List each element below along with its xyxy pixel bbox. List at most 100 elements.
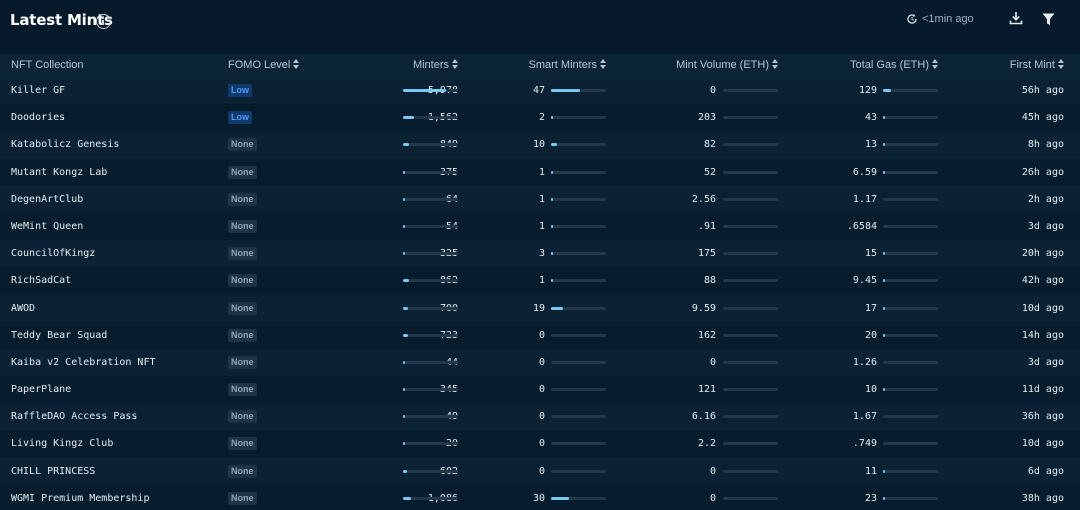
minters-bar-fill bbox=[403, 388, 405, 392]
mint-volume-bar bbox=[723, 469, 778, 473]
mint-volume-bar bbox=[723, 224, 778, 228]
total-gas-bar-fill bbox=[883, 496, 885, 500]
table-row[interactable]: RaffleDAO Access PassNone4906.161.6736h … bbox=[0, 403, 1080, 431]
table-row[interactable]: DoodoriesLow1,56222034345h ago bbox=[0, 104, 1080, 132]
table-row[interactable]: Living Kingz ClubNone2002.2.74910d ago bbox=[0, 430, 1080, 458]
table-row[interactable]: WGMI Premium MembershipNone1,0863002338h… bbox=[0, 484, 1080, 510]
minters-bar bbox=[403, 360, 458, 364]
total-gas-value: 9.45 bbox=[852, 275, 877, 287]
table-row[interactable]: AWODNone700199.591710d ago bbox=[0, 294, 1080, 322]
column-header-smart-minters[interactable]: Smart Minters bbox=[529, 54, 606, 77]
mint-volume-bar bbox=[723, 306, 778, 310]
total-gas-value: .6584 bbox=[846, 220, 877, 232]
first-mint-value: 56h ago bbox=[1021, 85, 1064, 96]
fomo-badge: None bbox=[228, 247, 257, 261]
table-row[interactable]: CouncilOfKingzNone32531751520h ago bbox=[0, 240, 1080, 268]
mint-volume-bar bbox=[723, 170, 778, 174]
refresh-button[interactable]: <1min ago bbox=[906, 13, 974, 25]
first-mint-value: 10d ago bbox=[1021, 302, 1064, 314]
minters-bar bbox=[403, 197, 458, 201]
smart-minters-bar bbox=[551, 496, 606, 500]
collection-name[interactable]: WeMint Queen bbox=[11, 213, 83, 240]
collection-name[interactable]: CouncilOfKingz bbox=[11, 240, 95, 267]
fomo-badge: None bbox=[228, 219, 257, 233]
table-row[interactable]: CHILL PRINCESSNone60200116d ago bbox=[0, 457, 1080, 485]
table-body: Killer GFLow5,97847012956h agoDoodoriesL… bbox=[0, 77, 1080, 510]
total-gas-bar-fill bbox=[883, 116, 885, 120]
mint-volume-value: 0 bbox=[709, 465, 716, 477]
collection-name[interactable]: CHILL PRINCESS bbox=[11, 458, 95, 485]
total-gas-bar-fill bbox=[883, 469, 885, 473]
column-header-total-gas[interactable]: Total Gas (ETH) bbox=[850, 54, 938, 77]
column-header-fomo[interactable]: FOMO Level bbox=[228, 54, 300, 77]
collection-name[interactable]: Doodories bbox=[11, 104, 65, 131]
filter-icon[interactable] bbox=[1042, 13, 1055, 26]
mints-table: NFT Collection FOMO Level Minters Smart … bbox=[0, 54, 1080, 510]
collection-name[interactable]: Kaiba v2 Celebration NFT bbox=[11, 349, 156, 376]
minters-bar bbox=[403, 170, 458, 174]
smart-minters-bar-fill bbox=[551, 116, 553, 120]
table-row[interactable]: Mutant Kongz LabNone3751526.5926h ago bbox=[0, 158, 1080, 186]
first-mint-value: 14h ago bbox=[1021, 329, 1064, 341]
minters-bar-fill bbox=[403, 89, 446, 92]
mint-volume-value: 9.59 bbox=[691, 302, 716, 314]
table-row[interactable]: RichSadCatNone8621889.4542h ago bbox=[0, 267, 1080, 295]
column-header-minters[interactable]: Minters bbox=[413, 54, 458, 77]
total-gas-value: 1.17 bbox=[852, 193, 877, 205]
total-gas-bar bbox=[883, 170, 938, 174]
first-mint-value: 11d ago bbox=[1021, 384, 1064, 396]
minters-bar-fill bbox=[403, 170, 405, 174]
column-header-first-mint[interactable]: First Mint bbox=[1010, 54, 1064, 77]
collection-name[interactable]: Mutant Kongz Lab bbox=[11, 159, 107, 186]
mint-volume-bar bbox=[723, 360, 778, 364]
smart-minters-value: 1 bbox=[538, 275, 545, 287]
download-icon[interactable] bbox=[1009, 11, 1023, 25]
collection-name[interactable]: RichSadCat bbox=[11, 267, 71, 294]
minters-bar bbox=[403, 469, 458, 473]
smart-minters-bar bbox=[551, 279, 606, 283]
collection-name[interactable]: PaperPlane bbox=[11, 376, 71, 403]
first-mint-value: 42h ago bbox=[1021, 275, 1064, 287]
collection-name[interactable]: DegenArtClub bbox=[11, 186, 83, 213]
smart-minters-bar-fill bbox=[551, 89, 580, 92]
minters-bar bbox=[403, 442, 458, 446]
mint-volume-bar bbox=[723, 496, 778, 500]
collection-name[interactable]: WGMI Premium Membership bbox=[11, 485, 149, 510]
column-header-mint-volume[interactable]: Mint Volume (ETH) bbox=[676, 54, 778, 77]
first-mint-value: 2h ago bbox=[1027, 193, 1064, 205]
info-icon[interactable] bbox=[96, 14, 111, 29]
table-row[interactable]: Kaiba v2 Celebration NFTNone44001.263d a… bbox=[0, 348, 1080, 377]
fomo-badge: None bbox=[228, 301, 257, 315]
table-header: NFT Collection FOMO Level Minters Smart … bbox=[0, 54, 1080, 77]
minters-bar bbox=[403, 306, 458, 310]
table-row[interactable]: Teddy Bear SquadNone72301622014h ago bbox=[0, 321, 1080, 349]
collection-name[interactable]: AWOD bbox=[11, 295, 35, 322]
table-row[interactable]: WeMint QueenNone541.91.65843d ago bbox=[0, 212, 1080, 241]
first-mint-value: 38h ago bbox=[1021, 492, 1064, 504]
collection-name[interactable]: Living Kingz Club bbox=[11, 430, 113, 457]
total-gas-bar bbox=[883, 306, 938, 310]
column-header-collection[interactable]: NFT Collection bbox=[11, 54, 84, 77]
collection-name[interactable]: Teddy Bear Squad bbox=[11, 322, 107, 349]
fomo-badge: None bbox=[228, 192, 257, 206]
collection-name[interactable]: Katabolicz Genesis bbox=[11, 131, 119, 158]
collection-name[interactable]: RaffleDAO Access Pass bbox=[11, 403, 137, 430]
fomo-badge: None bbox=[228, 464, 257, 478]
table-row[interactable]: Killer GFLow5,97847012956h ago bbox=[0, 77, 1080, 105]
mint-volume-value: 6.16 bbox=[691, 411, 716, 423]
table-row[interactable]: PaperPlaneNone34501211011d ago bbox=[0, 376, 1080, 404]
smart-minters-bar bbox=[551, 143, 606, 147]
mint-volume-bar bbox=[723, 143, 778, 147]
smart-minters-bar-fill bbox=[551, 143, 557, 147]
total-gas-value: 129 bbox=[858, 85, 877, 96]
total-gas-value: 1.26 bbox=[852, 356, 877, 368]
collection-name[interactable]: Killer GF bbox=[11, 77, 65, 104]
first-mint-value: 20h ago bbox=[1021, 248, 1064, 260]
mint-volume-value: 162 bbox=[697, 329, 716, 341]
smart-minters-bar bbox=[551, 360, 606, 364]
smart-minters-bar bbox=[551, 116, 606, 120]
smart-minters-value: 47 bbox=[532, 85, 545, 96]
mint-volume-value: .91 bbox=[697, 220, 716, 232]
table-row[interactable]: Katabolicz GenesisNone8491082138h ago bbox=[0, 131, 1080, 159]
table-row[interactable]: DegenArtClubNone6412.561.172h ago bbox=[0, 185, 1080, 213]
